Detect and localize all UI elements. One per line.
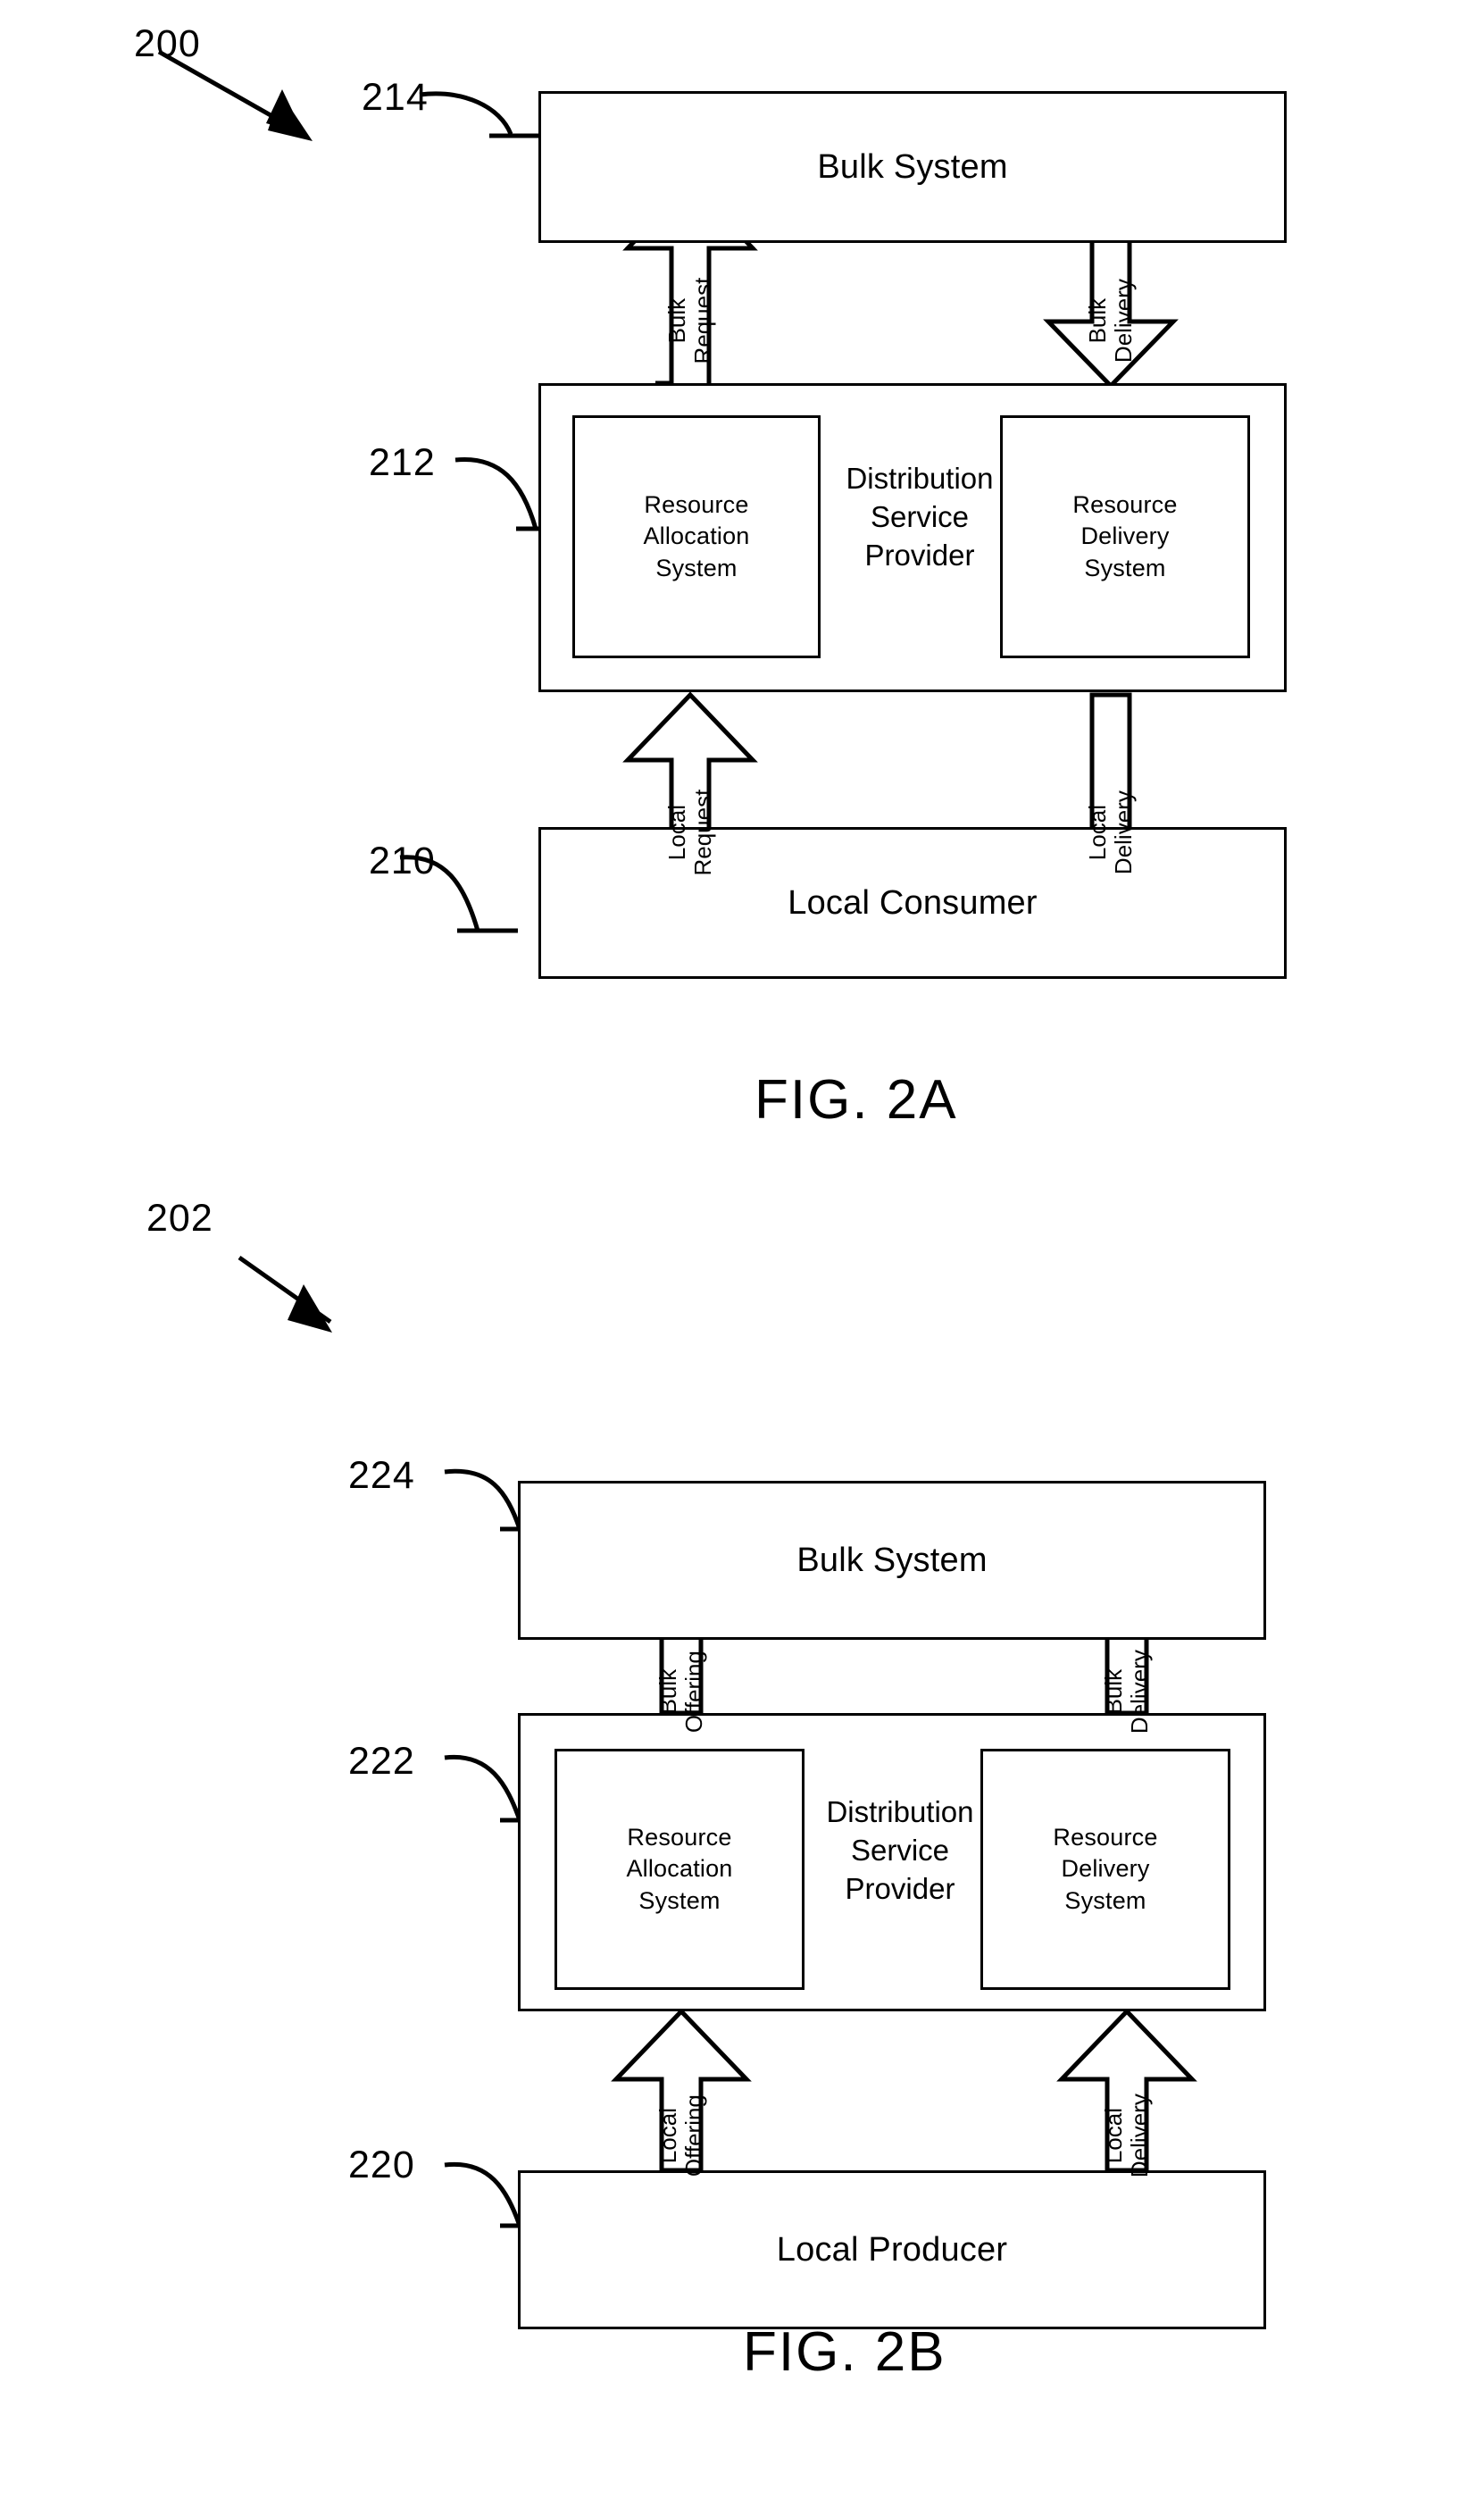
figure-caption-2b: FIG. 2B — [743, 2321, 946, 2383]
leader-212 — [454, 456, 538, 530]
arrow-label-bulk-offering: Bulk Offering — [654, 1634, 707, 1750]
bulk-offering-line2: Offering — [680, 1651, 707, 1734]
bulk-delivery-line1-2b: Bulk — [1099, 1668, 1127, 1715]
bulk-delivery-line2: Delivery — [1110, 279, 1137, 364]
resource-delivery-line3-2b: System — [1064, 1886, 1146, 1914]
local-producer-label: Local Producer — [776, 2230, 1008, 2269]
dsp-line2-2b: Service — [850, 1833, 950, 1867]
resource-delivery-line2-2b: Delivery — [1061, 1855, 1150, 1883]
resource-allocation-line2: Allocation — [643, 522, 750, 550]
leader-224 — [444, 1468, 522, 1530]
bulk-delivery-line1: Bulk — [1083, 297, 1111, 344]
local-consumer-label: Local Consumer — [788, 883, 1038, 922]
bulk-system-label-2b: Bulk System — [796, 1541, 988, 1579]
local-offering-line1: Local — [654, 2108, 681, 2164]
arrow-label-bulk-delivery-2b: Bulk Delivery — [1099, 1634, 1153, 1750]
arrow-label-bulk-delivery: Bulk Delivery — [1083, 263, 1137, 379]
distribution-service-provider-label: Distribution Service Provider — [826, 460, 1013, 575]
ref-numeral-210: 210 — [369, 840, 436, 882]
bulk-delivery-line2-2b: Delivery — [1126, 1650, 1153, 1734]
leader-222 — [444, 1754, 522, 1821]
figure-caption-2a: FIG. 2A — [755, 1069, 958, 1131]
resource-allocation-line1-2b: Resource — [627, 1824, 732, 1851]
resource-delivery-line1: Resource — [1072, 491, 1178, 519]
ref-numeral-200: 200 — [134, 22, 201, 65]
arrow-label-local-delivery-2b: Local Delivery — [1099, 2077, 1153, 2194]
bulk-system-label: Bulk System — [817, 147, 1008, 186]
ref-numeral-222: 222 — [348, 1740, 415, 1783]
arrow-label-bulk-request: Bulk Request — [663, 263, 716, 379]
local-request-line1: Local — [663, 805, 690, 861]
dsp-line1: Distribution — [846, 462, 994, 495]
leader-214 — [419, 91, 513, 136]
resource-allocation-system-box-2b: Resource Allocation System — [554, 1749, 805, 1990]
local-delivery-line2-2b: Delivery — [1126, 2094, 1153, 2178]
local-request-line2: Request — [689, 789, 716, 876]
local-delivery-line1: Local — [1083, 805, 1111, 861]
dsp-line3-2b: Provider — [845, 1871, 955, 1905]
dsp-line3: Provider — [864, 538, 975, 572]
bulk-request-line2: Request — [689, 277, 716, 364]
resource-delivery-line2: Delivery — [1080, 522, 1170, 550]
resource-allocation-line3: System — [655, 554, 738, 581]
resource-allocation-system-box: Resource Allocation System — [572, 415, 821, 658]
resource-allocation-line1: Resource — [644, 491, 749, 519]
local-offering-line2: Offering — [680, 2094, 707, 2177]
diagram-line-art — [157, 49, 1197, 2228]
resource-delivery-line1-2b: Resource — [1053, 1824, 1158, 1851]
arrow-label-local-delivery: Local Delivery — [1083, 774, 1137, 890]
local-consumer-box-210: Local Consumer — [538, 827, 1287, 979]
dsp-line1-2b: Distribution — [826, 1795, 974, 1828]
bulk-system-box-224: Bulk System — [518, 1481, 1266, 1640]
arrow-label-local-request: Local Request — [663, 774, 716, 890]
distribution-service-provider-label-2b: Distribution Service Provider — [806, 1793, 994, 1909]
bulk-request-line1: Bulk — [663, 297, 690, 344]
bulk-system-box-214: Bulk System — [538, 91, 1287, 243]
resource-delivery-system-box: Resource Delivery System — [1000, 415, 1250, 658]
local-delivery-line1-2b: Local — [1099, 2108, 1127, 2164]
ref-numeral-220: 220 — [348, 2144, 415, 2186]
ref-numeral-224: 224 — [348, 1454, 415, 1497]
ref-numeral-214: 214 — [362, 76, 429, 119]
local-delivery-line2: Delivery — [1110, 790, 1137, 875]
system-pointer-202 — [238, 1255, 332, 1333]
resource-delivery-line3: System — [1084, 554, 1166, 581]
arrow-label-local-offering: Local Offering — [654, 2077, 707, 2194]
resource-allocation-line3-2b: System — [638, 1886, 721, 1914]
dsp-line2: Service — [870, 499, 970, 533]
resource-delivery-system-box-2b: Resource Delivery System — [980, 1749, 1230, 1990]
ref-numeral-212: 212 — [369, 441, 436, 484]
local-producer-box-220: Local Producer — [518, 2170, 1266, 2329]
resource-allocation-line2-2b: Allocation — [626, 1855, 733, 1883]
ref-numeral-202: 202 — [146, 1197, 213, 1240]
leader-220 — [444, 2161, 522, 2227]
bulk-offering-line1: Bulk — [654, 1668, 681, 1715]
